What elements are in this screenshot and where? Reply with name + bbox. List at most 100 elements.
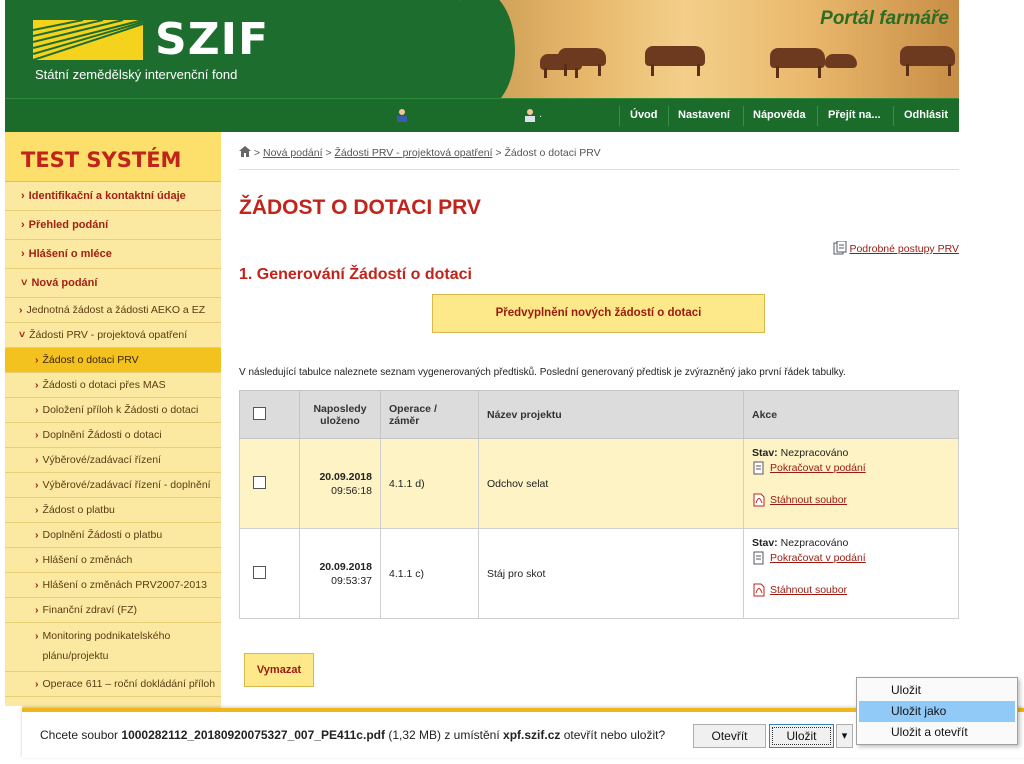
- row-time: 09:53:37: [331, 574, 372, 587]
- nav-home[interactable]: Úvod: [630, 109, 658, 121]
- help-procedures-link[interactable]: Podrobné postupy PRV: [833, 240, 959, 255]
- pdf-icon: [753, 583, 765, 597]
- breadcrumb-link-prv-projects[interactable]: Žádosti PRV - projektová opatření: [335, 147, 493, 159]
- brand-logo: SZIF: [155, 14, 270, 65]
- chevron-right-icon: ›: [35, 579, 39, 591]
- row-status: Nezpracováno: [780, 537, 849, 549]
- section-title: 1. Generování Žádostí o dotaci: [239, 266, 472, 283]
- row-checkbox[interactable]: [253, 475, 266, 489]
- sidebar-subitem-operation-611[interactable]: › Operace 611 – roční dokládání příloh: [5, 672, 221, 697]
- chevron-right-icon: ›: [35, 454, 39, 466]
- nav-goto[interactable]: Přejít na...: [828, 109, 881, 121]
- sidebar-subitem-payment[interactable]: › Žádost o platbu: [5, 498, 221, 523]
- menu-item-save[interactable]: Uložit: [859, 680, 1015, 701]
- user-icon[interactable]: [395, 108, 409, 122]
- download-link[interactable]: Stáhnout soubor: [770, 584, 847, 596]
- sidebar-item-identification[interactable]: › Identifikační a kontaktní údaje: [5, 182, 221, 211]
- download-host: xpf.szif.cz: [503, 728, 561, 742]
- info-text: V následující tabulce naleznete seznam v…: [239, 367, 846, 378]
- breadcrumb: > Nová podání > Žádosti PRV - projektová…: [239, 146, 601, 159]
- system-title: TEST SYSTÉM: [5, 132, 221, 182]
- chevron-right-icon: ›: [35, 554, 39, 566]
- table-row: 20.09.2018 09:56:18 4.1.1 d) Odchov sela…: [239, 438, 959, 529]
- sidebar-item-overview[interactable]: › Přehled podání: [5, 211, 221, 240]
- col-saved: Naposledy uloženo: [299, 390, 381, 439]
- sidebar-subitem-attachments[interactable]: › Doložení příloh k Žádosti o dotaci: [5, 398, 221, 423]
- nav-logout[interactable]: Odhlásit: [904, 109, 948, 121]
- site-header: SZIF Státní zemědělský intervenční fond …: [5, 0, 959, 98]
- save-button[interactable]: Uložit: [769, 724, 834, 748]
- chevron-right-icon: ›: [19, 304, 23, 316]
- table-header-row: Naposledy uloženo Operace / záměr Název …: [239, 390, 959, 439]
- menu-item-save-and-open[interactable]: Uložit a otevřít: [859, 722, 1015, 743]
- chevron-right-icon: ›: [35, 630, 39, 642]
- sidebar-subitem-monitoring[interactable]: › Monitoring podnikatelského plánu/projek…: [5, 623, 221, 672]
- applications-table: Naposledy uloženo Operace / záměr Název …: [239, 390, 959, 619]
- user-icon[interactable]: [523, 108, 537, 122]
- chevron-right-icon: ›: [21, 190, 25, 202]
- sidebar-subitem-prv-projects[interactable]: ˅ Žádosti PRV - projektová opatření: [5, 323, 221, 348]
- select-all-checkbox[interactable]: [253, 406, 266, 420]
- download-link[interactable]: Stáhnout soubor: [770, 494, 847, 506]
- sidebar-subitem-single-application[interactable]: › Jednotná žádost a žádosti AEKO a EZ: [5, 298, 221, 323]
- sidebar-subitem-changes[interactable]: › Hlášení o změnách: [5, 548, 221, 573]
- col-actions: Akce: [743, 390, 959, 439]
- sidebar-subitem-completion[interactable]: › Doplnění Žádosti o dotaci: [5, 423, 221, 448]
- row-project: Odchov selat: [478, 438, 744, 529]
- row-checkbox[interactable]: [253, 565, 266, 579]
- sidebar-subitem-payment-completion[interactable]: › Doplnění Žádosti o platbu: [5, 523, 221, 548]
- sidebar-item-milk[interactable]: › Hlášení o mléce: [5, 240, 221, 269]
- chevron-right-icon: ›: [35, 504, 39, 516]
- sidebar-subitem-tender[interactable]: › Výběrové/zadávací řízení: [5, 448, 221, 473]
- breadcrumb-link-new-submissions[interactable]: Nová podání: [263, 147, 323, 159]
- prefill-applications-button[interactable]: Předvyplnění nových žádostí o dotaci: [432, 294, 765, 333]
- chevron-right-icon: ›: [35, 604, 39, 616]
- brand-subtitle: Státní zemědělský intervenční fond: [35, 67, 238, 82]
- row-project: Stáj pro skot: [478, 528, 744, 619]
- sidebar-subitem-mas[interactable]: › Žádosti o dotaci přes MAS: [5, 373, 221, 398]
- sidebar-subitem-changes-2007[interactable]: › Hlášení o změnách PRV2007-2013: [5, 573, 221, 598]
- col-operation: Operace / záměr: [380, 390, 479, 439]
- home-icon[interactable]: [239, 146, 251, 157]
- document-edit-icon: [753, 461, 764, 475]
- sidebar-subitem-prv-application[interactable]: › Žádost o dotaci PRV: [5, 348, 221, 373]
- chevron-right-icon: ›: [35, 529, 39, 541]
- sidebar-subitem-financial-health[interactable]: › Finanční zdraví (FZ): [5, 598, 221, 623]
- chevron-down-icon: ˅: [19, 329, 26, 341]
- chevron-right-icon: ›: [35, 429, 39, 441]
- continue-link[interactable]: Pokračovat v podání: [770, 552, 866, 564]
- row-operation: 4.1.1 d): [380, 438, 479, 529]
- save-options-dropdown[interactable]: ▾: [836, 724, 853, 748]
- top-navigation: . Úvod Nastavení Nápověda Přejít na... O…: [5, 98, 959, 132]
- delete-button[interactable]: Vymazat: [244, 653, 314, 687]
- chevron-right-icon: ›: [35, 379, 39, 391]
- row-status: Nezpracováno: [780, 447, 849, 459]
- table-row: 20.09.2018 09:53:37 4.1.1 c) Stáj pro sk…: [239, 528, 959, 619]
- chevron-down-icon: ˅: [21, 277, 28, 289]
- continue-link[interactable]: Pokračovat v podání: [770, 462, 866, 474]
- chevron-right-icon: ›: [21, 248, 25, 260]
- portal-title: Portál farmáře: [820, 8, 949, 29]
- szif-logo-icon: [33, 20, 143, 60]
- page-title: ŽÁDOST O DOTACI PRV: [239, 196, 481, 219]
- chevron-right-icon: ›: [35, 479, 39, 491]
- row-date: 20.09.2018: [319, 560, 372, 573]
- nav-settings[interactable]: Nastavení: [678, 109, 730, 121]
- breadcrumb-current: Žádost o dotaci PRV: [504, 147, 601, 159]
- sidebar: TEST SYSTÉM › Identifikační a kontaktní ú…: [5, 132, 221, 712]
- chevron-right-icon: ›: [35, 678, 39, 690]
- row-time: 09:56:18: [331, 484, 372, 497]
- download-message: Chcete soubor 1000282112_20180920075327_…: [40, 728, 666, 742]
- sidebar-item-new-submissions[interactable]: ˅ Nová podání: [5, 269, 221, 298]
- open-button[interactable]: Otevřít: [693, 724, 766, 748]
- row-operation: 4.1.1 c): [380, 528, 479, 619]
- nav-dot: .: [539, 108, 543, 120]
- nav-help[interactable]: Nápověda: [753, 109, 806, 121]
- chevron-right-icon: ›: [21, 219, 25, 231]
- col-project: Název projektu: [478, 390, 744, 439]
- pdf-icon: [753, 493, 765, 507]
- row-date: 20.09.2018: [319, 470, 372, 483]
- chevron-right-icon: ›: [35, 404, 39, 416]
- sidebar-subitem-tender-completion[interactable]: › Výběrové/zadávací řízení - doplnění: [5, 473, 221, 498]
- menu-item-save-as[interactable]: Uložit jako: [859, 701, 1015, 722]
